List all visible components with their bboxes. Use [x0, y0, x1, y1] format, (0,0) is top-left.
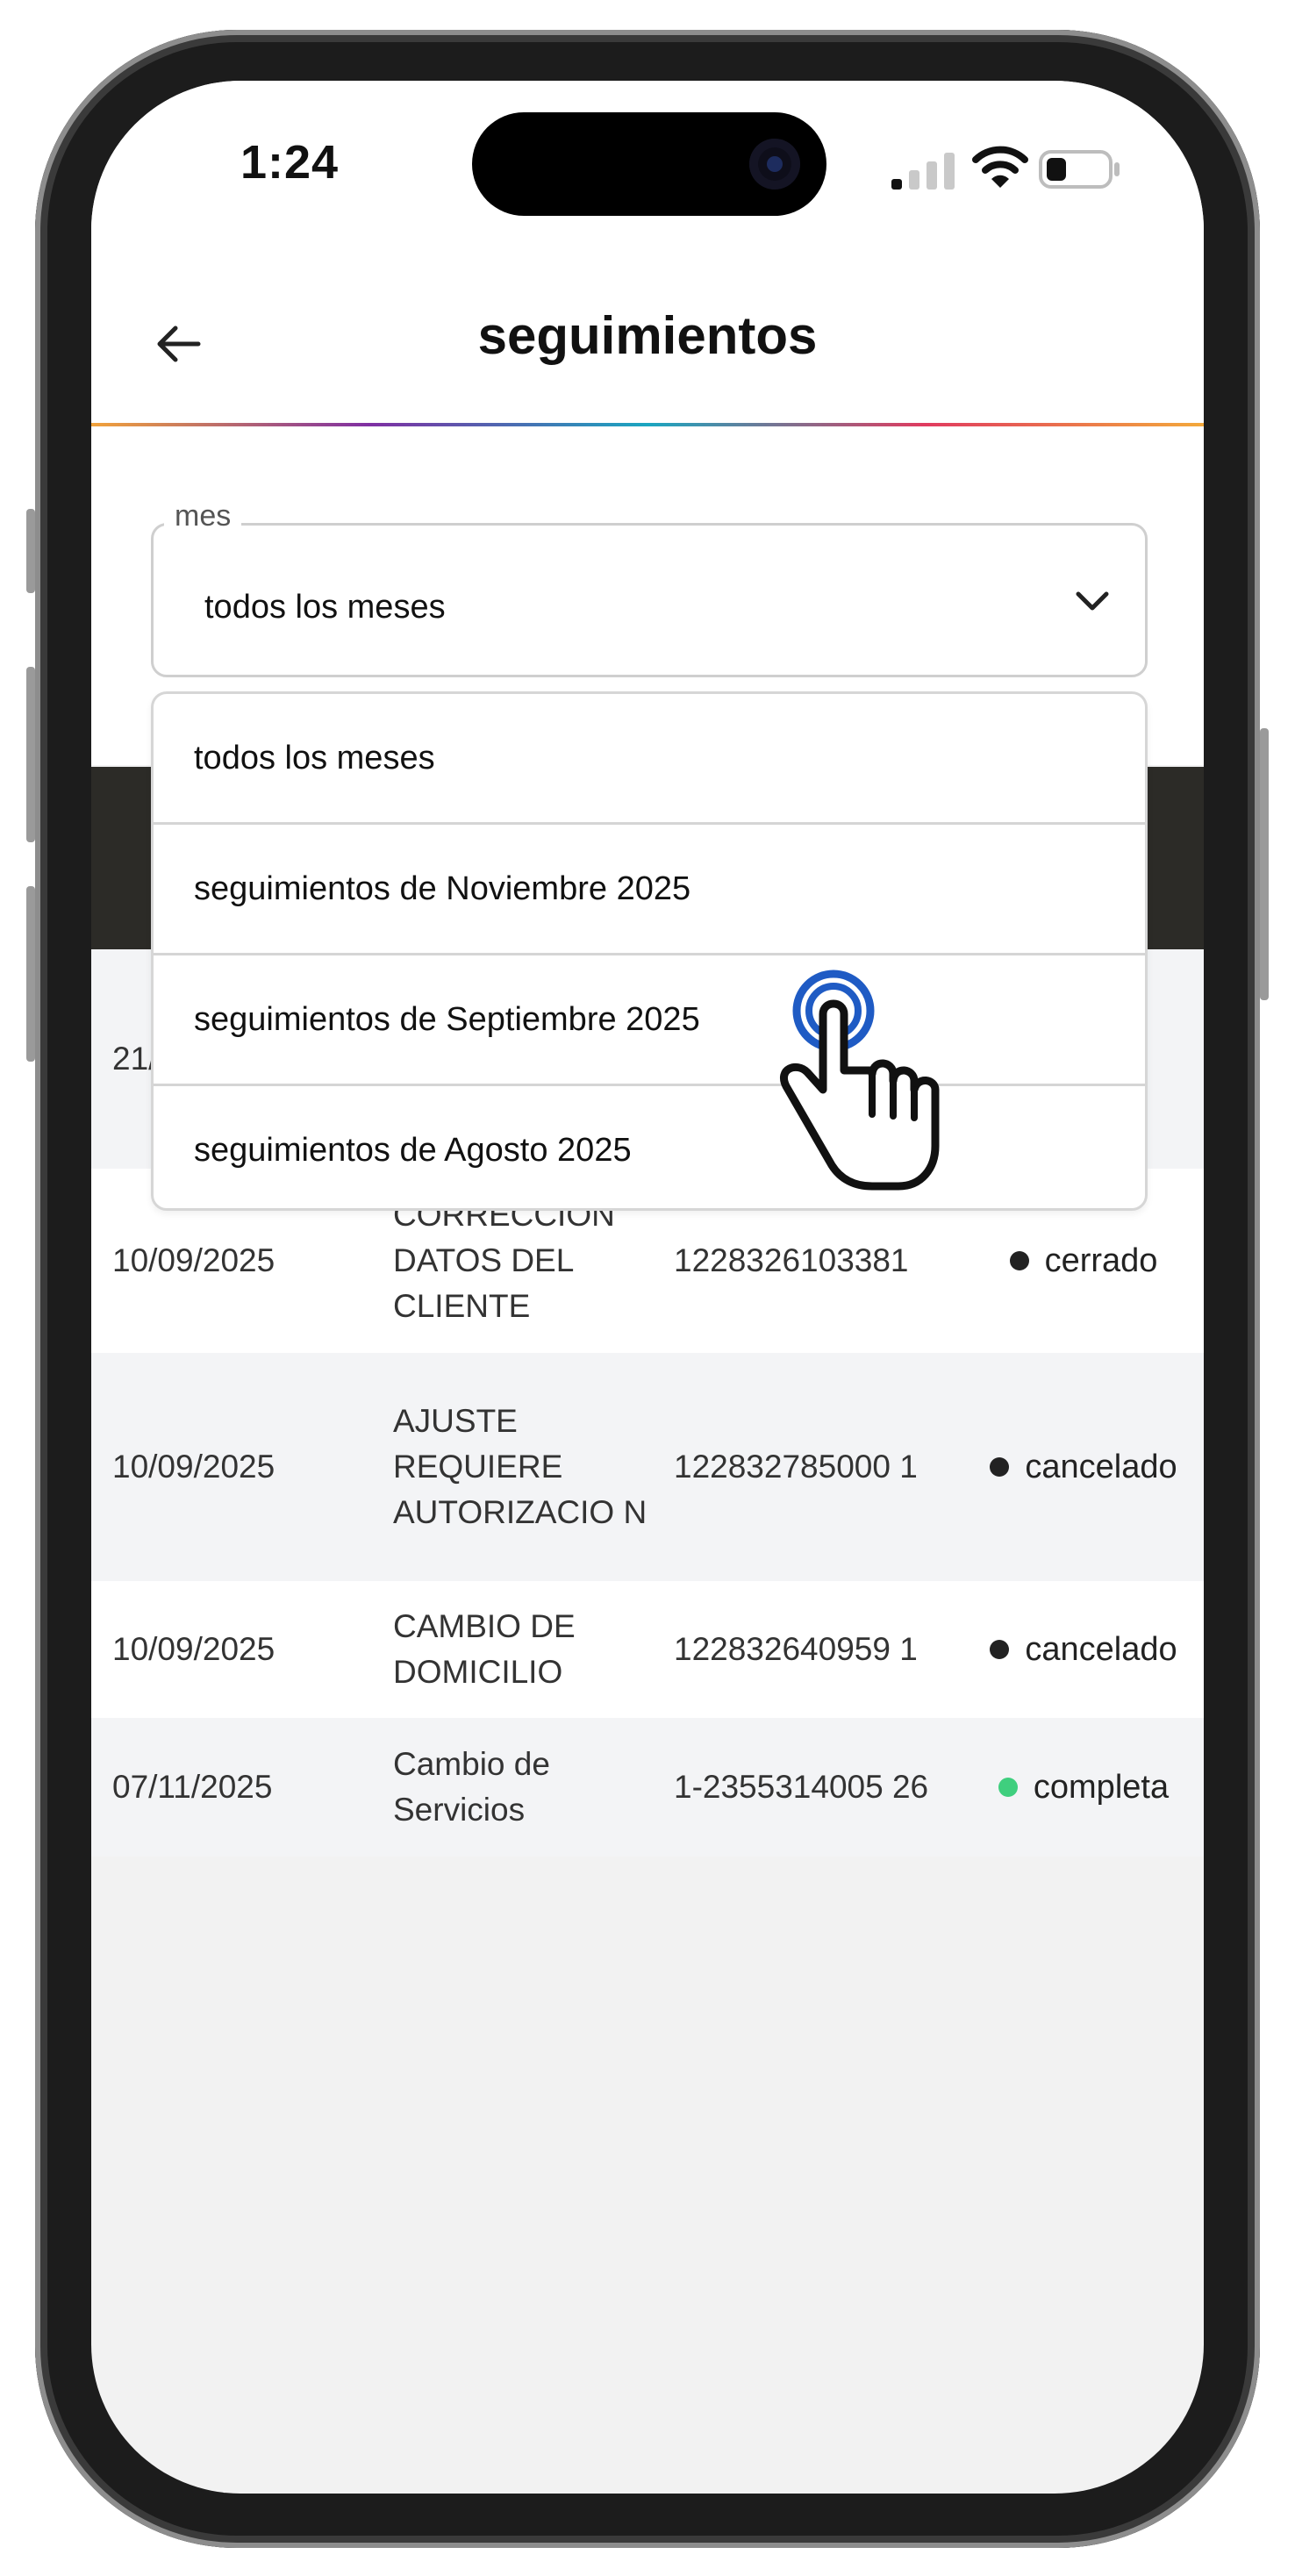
- power-button: [1260, 728, 1269, 1000]
- month-dropdown-menu: todos los meses seguimientos de Noviembr…: [151, 691, 1148, 1211]
- wifi-icon: [972, 146, 1028, 188]
- row-status: cancelado: [963, 1353, 1204, 1581]
- app-header: seguimientos: [91, 256, 1204, 423]
- volume-down-button: [26, 886, 35, 1062]
- row-id: 122832785000 1: [674, 1449, 918, 1485]
- dropdown-option[interactable]: seguimientos de Noviembre 2025: [154, 825, 1145, 953]
- row-id: 1-2355314005 26: [674, 1769, 929, 1805]
- month-select-label: mes: [164, 499, 242, 533]
- status-label: cerrado: [1044, 1241, 1158, 1279]
- status-dot-icon: [990, 1640, 1010, 1659]
- gradient-divider: [91, 423, 1204, 426]
- status-dot-icon: [1009, 1251, 1029, 1270]
- phone-screen: 1:24 seguimientos mes todos los meses 21…: [91, 81, 1204, 2494]
- status-dot-icon: [998, 1778, 1018, 1797]
- battery-icon: [1039, 150, 1120, 189]
- table-row[interactable]: 10/09/2025 AJUSTE REQUIERE AUTORIZACIO N…: [91, 1353, 1204, 1581]
- dropdown-option[interactable]: seguimientos de Agosto 2025: [154, 1086, 1145, 1208]
- status-label: cancelado: [1025, 1630, 1177, 1668]
- row-status: cancelado: [963, 1581, 1204, 1718]
- mute-switch: [26, 509, 35, 593]
- camera-icon: [749, 139, 800, 190]
- chevron-down-icon: [1076, 591, 1109, 611]
- table-row[interactable]: 07/11/2025 Cambio de Servicios 1-2355314…: [91, 1718, 1204, 1857]
- status-label: cancelado: [1025, 1448, 1177, 1485]
- status-time: 1:24: [240, 136, 340, 189]
- table-row[interactable]: 10/09/2025 CAMBIO DE DOMICILIO 122832640…: [91, 1581, 1204, 1718]
- dropdown-option[interactable]: seguimientos de Septiembre 2025: [154, 955, 1145, 1084]
- volume-up-button: [26, 667, 35, 842]
- row-status: completa: [963, 1718, 1204, 1857]
- row-type: AJUSTE REQUIERE AUTORIZACIO N: [393, 1403, 648, 1530]
- row-type: CAMBIO DE DOMICILIO: [393, 1608, 576, 1690]
- row-date: 10/09/2025: [112, 1631, 275, 1667]
- row-id: 122832640959 1: [674, 1631, 918, 1667]
- dropdown-option[interactable]: todos los meses: [154, 694, 1145, 822]
- page-title: seguimientos: [477, 306, 818, 365]
- status-label: completa: [1033, 1768, 1170, 1806]
- tap-hand-icon: [780, 970, 940, 1191]
- row-type: Cambio de Servicios: [393, 1746, 550, 1828]
- row-date: 10/09/2025: [112, 1449, 275, 1485]
- signal-icon: [891, 153, 955, 190]
- month-select-value: todos los meses: [204, 589, 446, 626]
- row-date: 07/11/2025: [112, 1769, 273, 1805]
- status-dot-icon: [990, 1457, 1010, 1477]
- month-select[interactable]: mes todos los meses: [151, 499, 1148, 677]
